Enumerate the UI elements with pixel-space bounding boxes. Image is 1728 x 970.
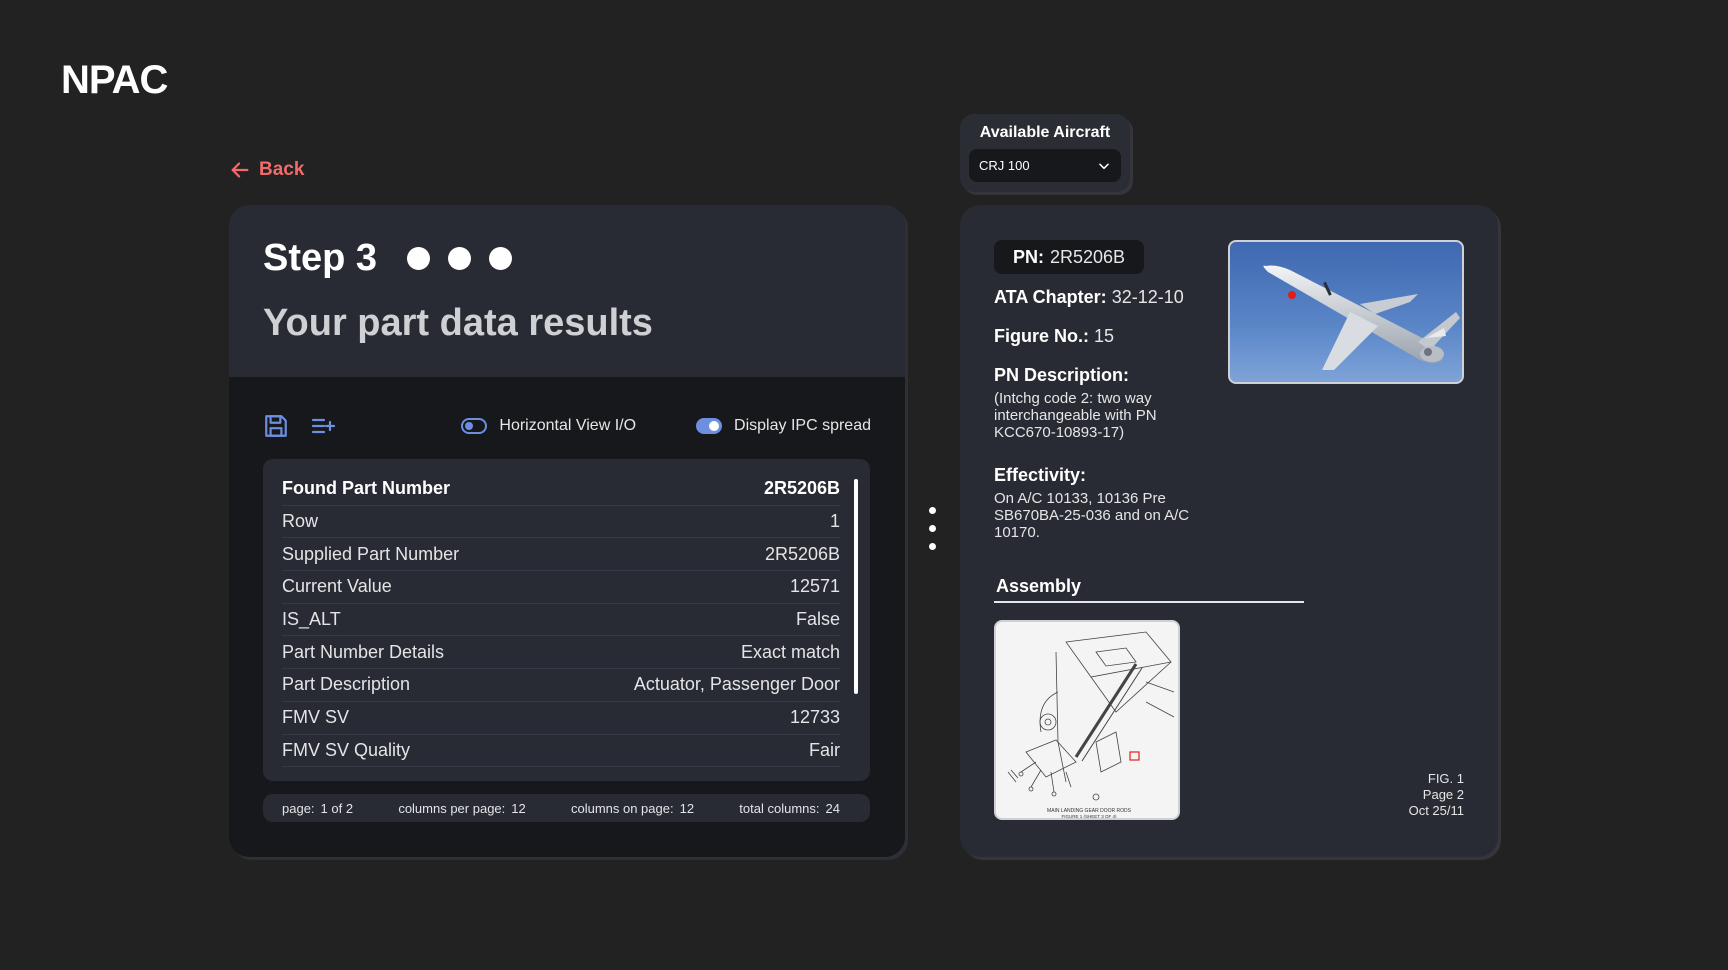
row-value: 12571 [789,576,840,597]
aircraft-selected-value: CRJ 100 [979,158,1030,173]
toggle-off-icon [461,418,488,434]
back-button[interactable]: Back [229,159,304,181]
assembly-diagram[interactable]: MAIN LANDING GEAR DOOR RODS FIGURE 1 (SH… [994,620,1180,820]
table-row: Part Number Details Exact match [282,636,840,670]
row-label: Found Part Number [282,478,451,499]
pn-value: 2R5206B [1050,246,1126,267]
horizontal-view-label: Horizontal View I/O [499,417,637,434]
results-table[interactable]: Found Part Number 2R5206B Row 1 Supplied… [263,459,870,781]
row-label: FMV SV [282,707,350,728]
results-toolbar: Horizontal View I/O Display IPC spread [263,410,871,442]
row-value: Fair [809,739,840,760]
app-logo: NPAC [61,58,168,102]
back-label: Back [259,159,305,180]
add-list-button[interactable] [311,413,337,439]
pn-badge: PN: 2R5206B [994,240,1145,274]
columns-on-page: columns on page: 12 [570,800,695,816]
row-label: Supplied Part Number [282,543,460,564]
row-label: Part Description [282,674,411,695]
aircraft-dropdown[interactable]: CRJ 100 [969,149,1121,182]
row-value: Exact match [740,641,840,662]
assembly-caption-sub: FIGURE 1 (SHEET 3 OF 4) [1062,814,1117,819]
row-value: 1 [829,511,840,532]
step-title: Step 3 [263,237,378,279]
aircraft-photo [1228,240,1464,384]
table-row: Row 1 [282,506,840,539]
row-value: 2R5206B [764,543,840,564]
row-label: FMV SV Quality [282,739,411,760]
figure-number: Figure No.: 15 [994,326,1115,346]
step-dot [407,247,431,270]
aircraft-selector: Available Aircraft CRJ 100 [960,114,1130,192]
step-header: Step 3 Your part data results [229,205,905,377]
row-value: 2R5206B [763,478,840,499]
chevron-down-icon [1099,162,1109,169]
pn-description-text: (Intchg code 2: two way interchangeable … [994,390,1157,441]
assembly-drawing: MAIN LANDING GEAR DOOR RODS FIGURE 1 (SH… [1007,631,1175,819]
pn-description-title: PN Description: [994,365,1130,385]
horizontal-view-toggle[interactable]: Horizontal View I/O [461,417,636,435]
display-ipc-toggle[interactable]: Display IPC spread [696,417,871,435]
row-value: 12733 [789,707,840,728]
columns-per-page: columns per page: 12 [398,800,526,816]
total-columns: total columns: 24 [739,800,840,816]
list-add-icon [311,418,336,434]
results-panel: Step 3 Your part data results Horizontal… [229,205,905,857]
step-subtitle: Your part data results [263,302,653,344]
results-scrollbar[interactable] [854,479,858,694]
step-dot [448,247,472,270]
ata-chapter: ATA Chapter: 32-12-10 [994,287,1184,307]
table-row: FMV SV 12733 [282,702,840,735]
more-options-icon[interactable] [929,507,936,550]
arrow-left-icon [231,162,249,178]
part-detail-panel: PN: 2R5206B ATA Chapter: 32-12-10 Figure… [960,205,1498,857]
row-label: Row [282,511,319,532]
display-ipc-label: Display IPC spread [734,417,871,434]
assembly-title: Assembly [994,576,1304,603]
table-row: FMV SV Quality Fair [282,735,840,768]
effectivity-text: On A/C 10133, 10136 Pre SB670BA-25-036 a… [994,490,1190,541]
toggle-on-icon [696,418,723,434]
pagination-info: page: 1 of 2 columns per page: 12 columns … [263,794,870,822]
figure-meta: FIG. 1 Page 2 Oct 25/11 [1408,771,1464,818]
step-dot [489,247,513,270]
aircraft-photo-drawing [1263,265,1460,370]
step-progress-dots [407,247,513,270]
save-icon [265,415,287,437]
table-row: IS_ALT False [282,604,840,637]
table-row: Found Part Number 2R5206B [282,473,840,506]
aircraft-label: Available Aircraft [979,124,1111,141]
row-label: IS_ALT [282,609,341,630]
table-row: Part Description Actuator, Passenger Doo… [282,669,840,702]
row-label: Part Number Details [282,641,445,662]
table-row: Supplied Part Number 2R5206B [282,538,840,572]
page-indicator: page: 1 of 2 [282,800,354,816]
table-row: Current Value 12571 [282,571,840,604]
save-button[interactable] [263,413,289,439]
row-label: Current Value [282,576,392,597]
row-value: False [795,609,840,630]
effectivity-title: Effectivity: [994,465,1087,485]
row-value: Actuator, Passenger Door [633,674,840,695]
